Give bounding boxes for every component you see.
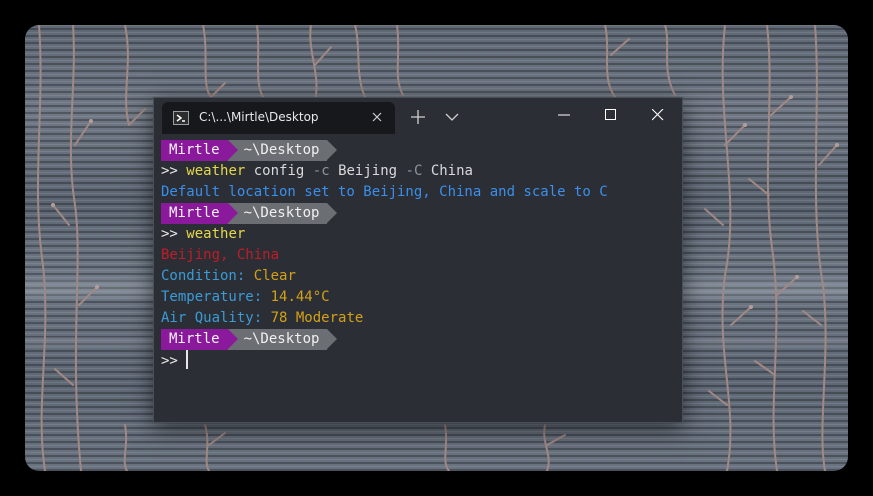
prompt-line: Mirtle ~\Desktop [161,329,676,350]
tab-active[interactable]: C:\...\Mirtle\Desktop [162,102,395,134]
condition-value: Clear [253,268,296,284]
command-flag: -c [312,163,330,179]
prompt-user: Mirtle [161,203,238,224]
command-name: weather [186,226,246,242]
prompt-user: Mirtle [161,329,238,350]
command-arg: Beijing [338,163,398,179]
prompt-path: ~\Desktop [227,329,338,350]
input-line[interactable]: >> [161,350,676,371]
command-line: >> weather [161,224,676,245]
prompt-symbol: >> [161,163,178,179]
terminal-window[interactable]: C:\...\Mirtle\Desktop Mirtle ~\Desktop >… [153,97,683,423]
plus-icon[interactable] [408,107,428,127]
prompt-symbol: >> [161,353,178,369]
text-cursor [185,350,188,369]
prompt-symbol: >> [161,226,178,242]
command-line: >> weather config -c Beijing -C China [161,161,676,182]
powershell-icon [173,111,189,125]
prompt-path: ~\Desktop [227,203,338,224]
title-bar[interactable]: C:\...\Mirtle\Desktop [154,98,682,134]
prompt-line: Mirtle ~\Desktop [161,140,676,161]
prompt-user: Mirtle [161,140,238,161]
tab-title: C:\...\Mirtle\Desktop [199,110,319,124]
prompt-path: ~\Desktop [227,140,338,161]
weather-air-quality: Air Quality: 78 Moderate [161,308,676,329]
maximize-icon[interactable] [591,103,631,127]
condition-label: Condition: [161,268,246,284]
command-arg: config [253,163,305,179]
temperature-label: Temperature: [161,289,263,305]
command-arg: China [430,163,473,179]
close-icon[interactable] [369,109,385,125]
weather-location: Beijing, China [161,247,280,263]
close-icon[interactable] [638,103,678,127]
minimize-icon[interactable] [544,103,584,127]
command-flag: -C [405,163,423,179]
prompt-line: Mirtle ~\Desktop [161,203,676,224]
air-quality-label: Air Quality: [161,310,263,326]
command-name: weather [186,163,246,179]
output-line: Default location set to Beijing, China a… [161,184,608,200]
air-quality-value: 78 Moderate [270,310,364,326]
weather-temperature: Temperature: 14.44°C [161,287,676,308]
weather-condition: Condition: Clear [161,266,676,287]
temperature-value: 14.44°C [270,289,330,305]
terminal-output[interactable]: Mirtle ~\Desktop >> weather config -c Bei… [161,140,676,371]
chevron-down-icon[interactable] [442,107,462,127]
